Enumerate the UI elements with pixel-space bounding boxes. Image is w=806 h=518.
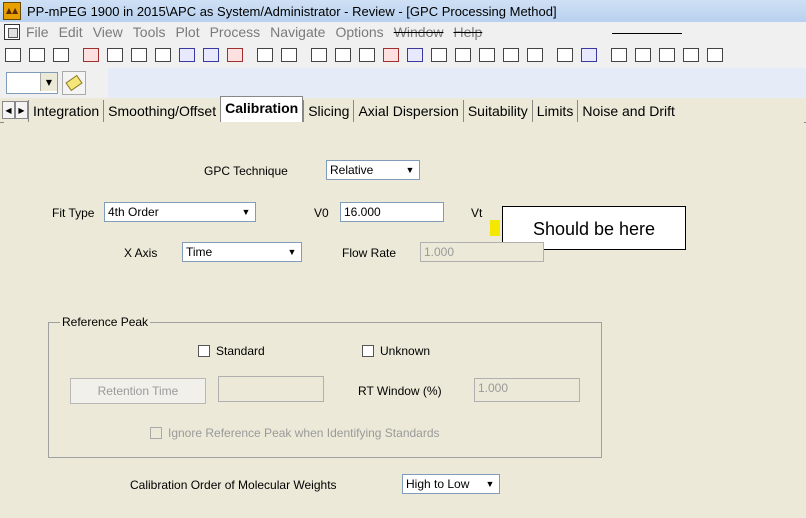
menu-view[interactable]: View [93, 24, 123, 40]
chevron-down-icon: ▼ [287, 247, 297, 257]
gpc-technique-select[interactable]: Relative ▼ [326, 160, 420, 180]
menu-help[interactable]: Help [453, 24, 482, 40]
reference-peak-title: Reference Peak [60, 315, 151, 329]
tab-scroll-right-icon[interactable]: ▶ [15, 101, 28, 119]
tab-smoothing-offset[interactable]: Smoothing/Offset [103, 100, 220, 122]
window5-icon[interactable] [704, 44, 726, 66]
plot-icon[interactable] [578, 44, 600, 66]
v0-input[interactable]: 16.000 [340, 202, 444, 222]
x-axis-select[interactable]: Time ▼ [182, 242, 302, 262]
menu-plot[interactable]: Plot [175, 24, 199, 40]
peak2-icon[interactable] [128, 44, 150, 66]
x-axis-label: X Axis [124, 246, 158, 260]
strike-line [612, 33, 682, 34]
fit-type-label: Fit Type [52, 206, 95, 220]
tab-strip: ◀ ▶ Integration Smoothing/Offset Calibra… [0, 96, 806, 123]
secondary-toolbar: ▼ [0, 68, 806, 99]
menu-bar: File Edit View Tools Plot Process Naviga… [0, 22, 806, 43]
marker-icon[interactable] [224, 44, 246, 66]
chart-icon[interactable] [176, 44, 198, 66]
vt-label: Vt [471, 206, 483, 220]
tool-icon[interactable] [80, 44, 102, 66]
menu-navigate[interactable]: Navigate [270, 24, 325, 40]
zoom2-icon[interactable] [332, 44, 354, 66]
main-toolbar [0, 42, 806, 69]
window-title: PP-mPEG 1900 in 2015\APC as System/Admin… [27, 3, 557, 19]
stack-icon[interactable] [380, 44, 402, 66]
compare2-icon[interactable] [524, 44, 546, 66]
rt-window-input[interactable]: 1.000 [474, 378, 580, 402]
tab-scroll-left-icon[interactable]: ◀ [2, 101, 15, 119]
app-icon: ▲▲ [3, 2, 21, 20]
gpc-technique-label: GPC Technique [204, 164, 288, 178]
preview-icon[interactable] [50, 44, 72, 66]
window2-icon[interactable] [632, 44, 654, 66]
refresh-icon[interactable] [152, 44, 174, 66]
calibration-order-label: Calibration Order of Molecular Weights [130, 478, 337, 492]
calibration-order-select[interactable]: High to Low ▼ [402, 474, 500, 494]
ignore-reference-checkbox[interactable] [150, 427, 162, 439]
grid2-icon[interactable] [476, 44, 498, 66]
standard-label: Standard [216, 344, 265, 358]
v0-label: V0 [314, 206, 329, 220]
flow-rate-label: Flow Rate [342, 246, 397, 260]
vt-highlight [490, 220, 500, 236]
tab-calibration[interactable]: Calibration [220, 96, 304, 122]
calibration-panel: GPC Technique Relative ▼ Fit Type 4th Or… [4, 122, 804, 518]
calibration-order-value: High to Low [406, 477, 470, 491]
chevron-down-icon: ▼ [485, 479, 495, 489]
window4-icon[interactable] [680, 44, 702, 66]
fit-type-value: 4th Order [108, 205, 159, 219]
tab-limits[interactable]: Limits [531, 100, 578, 122]
menu-options[interactable]: Options [335, 24, 383, 40]
redo-icon[interactable] [278, 44, 300, 66]
peak-icon[interactable] [104, 44, 126, 66]
method-combo[interactable]: ▼ [6, 72, 58, 94]
standard-checkbox[interactable] [198, 345, 210, 357]
calc-icon[interactable] [554, 44, 576, 66]
x-axis-value: Time [186, 245, 213, 259]
chevron-down-icon: ▼ [405, 165, 415, 175]
open-icon[interactable] [2, 44, 24, 66]
menu-edit[interactable]: Edit [59, 24, 83, 40]
eraser-icon[interactable] [62, 71, 86, 95]
window1-icon[interactable] [608, 44, 630, 66]
fit-type-select[interactable]: 4th Order ▼ [104, 202, 256, 222]
print-icon[interactable] [26, 44, 48, 66]
chevron-down-icon: ▼ [241, 207, 251, 217]
unknown-label: Unknown [380, 344, 431, 358]
tab-integration[interactable]: Integration [28, 100, 103, 122]
tab-slicing[interactable]: Slicing [303, 100, 353, 122]
undo-icon[interactable] [254, 44, 276, 66]
retention-time-input[interactable] [218, 376, 324, 402]
tab-suitability[interactable]: Suitability [462, 100, 532, 122]
tab-axial-dispersion[interactable]: Axial Dispersion [353, 100, 462, 122]
compare-icon[interactable] [500, 44, 522, 66]
menu-process[interactable]: Process [210, 24, 261, 40]
gpc-technique-value: Relative [330, 163, 374, 177]
retention-time-button[interactable]: Retention Time [70, 378, 206, 404]
title-bar: ▲▲ PP-mPEG 1900 in 2015\APC as System/Ad… [0, 0, 806, 23]
chevron-down-icon[interactable]: ▼ [40, 73, 57, 91]
window3-icon[interactable] [656, 44, 678, 66]
menu-tools[interactable]: Tools [133, 24, 166, 40]
curve-icon[interactable] [428, 44, 450, 66]
ignore-reference-label: Ignore Reference Peak when Identifying S… [168, 426, 440, 440]
dispersion-icon[interactable] [404, 44, 426, 66]
tab-noise-drift[interactable]: Noise and Drift [577, 100, 679, 122]
integrate-icon[interactable] [200, 44, 222, 66]
rt-window-label: RT Window (%) [358, 384, 442, 398]
menu-file[interactable]: File [26, 24, 49, 40]
overlay-icon[interactable] [356, 44, 378, 66]
document-icon[interactable] [4, 24, 20, 40]
zoom-icon[interactable] [308, 44, 330, 66]
menu-window[interactable]: Window [394, 24, 444, 40]
unknown-checkbox[interactable] [362, 345, 374, 357]
grid-icon[interactable] [452, 44, 474, 66]
flow-rate-input[interactable]: 1.000 [420, 242, 544, 262]
